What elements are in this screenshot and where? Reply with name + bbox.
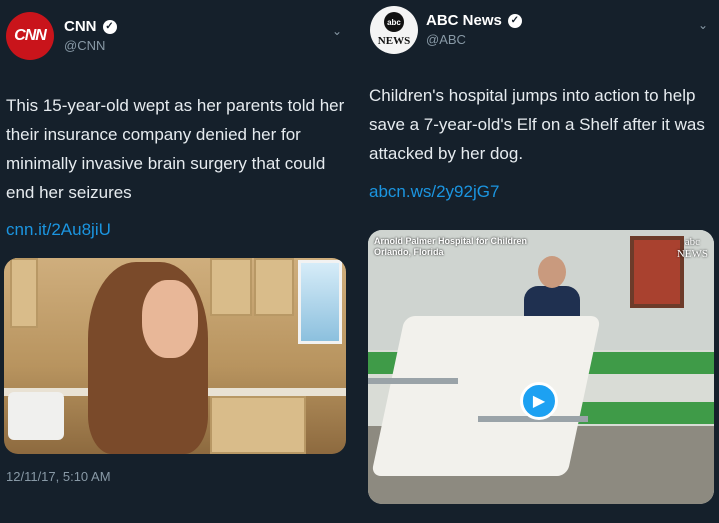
author-row: CNN ✓ [64,18,117,35]
tweet-abc[interactable]: abc NEWS ABC News ✓ @ABC ⌄ Children's ho… [360,0,719,523]
tweet-cnn[interactable]: CNN CNN ✓ @CNN ⌄ This 15-year-old wept a… [0,0,355,523]
cnn-avatar[interactable]: CNN [6,12,54,60]
play-button[interactable]: ▶ [520,382,558,420]
verified-icon: ✓ [102,19,117,34]
author-handle[interactable]: @ABC [426,32,466,47]
author-handle[interactable]: @CNN [64,38,105,53]
tweet-video[interactable]: Arnold Palmer Hospital for Children Orla… [368,230,714,504]
tweet-photo[interactable] [4,258,346,454]
tweet-timestamp[interactable]: 12/11/17, 5:10 AM [6,469,111,484]
tweet-text: This 15-year-old wept as her parents tol… [6,96,345,202]
tweet-link[interactable]: abcn.ws/2y92jG7 [369,182,499,202]
staff-member-head [538,256,566,288]
chevron-down-icon[interactable]: ⌄ [332,24,342,38]
video-caption-line1: Arnold Palmer Hospital for Children [374,236,528,246]
cnn-logo-text: CNN [14,27,47,44]
video-caption: Arnold Palmer Hospital for Children Orla… [374,236,527,258]
watermark-line2: NEWS [676,248,708,260]
kitchen-cabinet [10,258,38,328]
svg-text:abc: abc [387,18,401,27]
tweet-link[interactable]: cnn.it/2Au8jiU [6,220,111,240]
abc-news-logo-text: NEWS [377,35,411,47]
kitchen-cabinet [210,396,306,454]
toaster [8,392,64,440]
stretcher [370,316,602,476]
author-name[interactable]: ABC News [426,12,502,29]
author-name[interactable]: CNN [64,18,97,35]
verified-icon: ✓ [507,13,522,28]
kitchen-window [298,260,342,344]
tweet-text: Children's hospital jumps into action to… [369,86,705,163]
abc-news-avatar[interactable]: abc NEWS [370,6,418,54]
kitchen-cabinet [210,258,252,316]
stretcher-rail [368,378,458,384]
chevron-down-icon[interactable]: ⌄ [698,18,708,32]
play-icon: ▶ [532,393,546,410]
author-row: ABC News ✓ [426,12,522,29]
abc-news-watermark: abc NEWS [677,236,708,260]
kitchen-cabinet [254,258,294,316]
watermark-line1: abc [684,236,701,248]
video-caption-line2: Orlando, Florida [374,247,444,257]
person-face [142,280,198,358]
